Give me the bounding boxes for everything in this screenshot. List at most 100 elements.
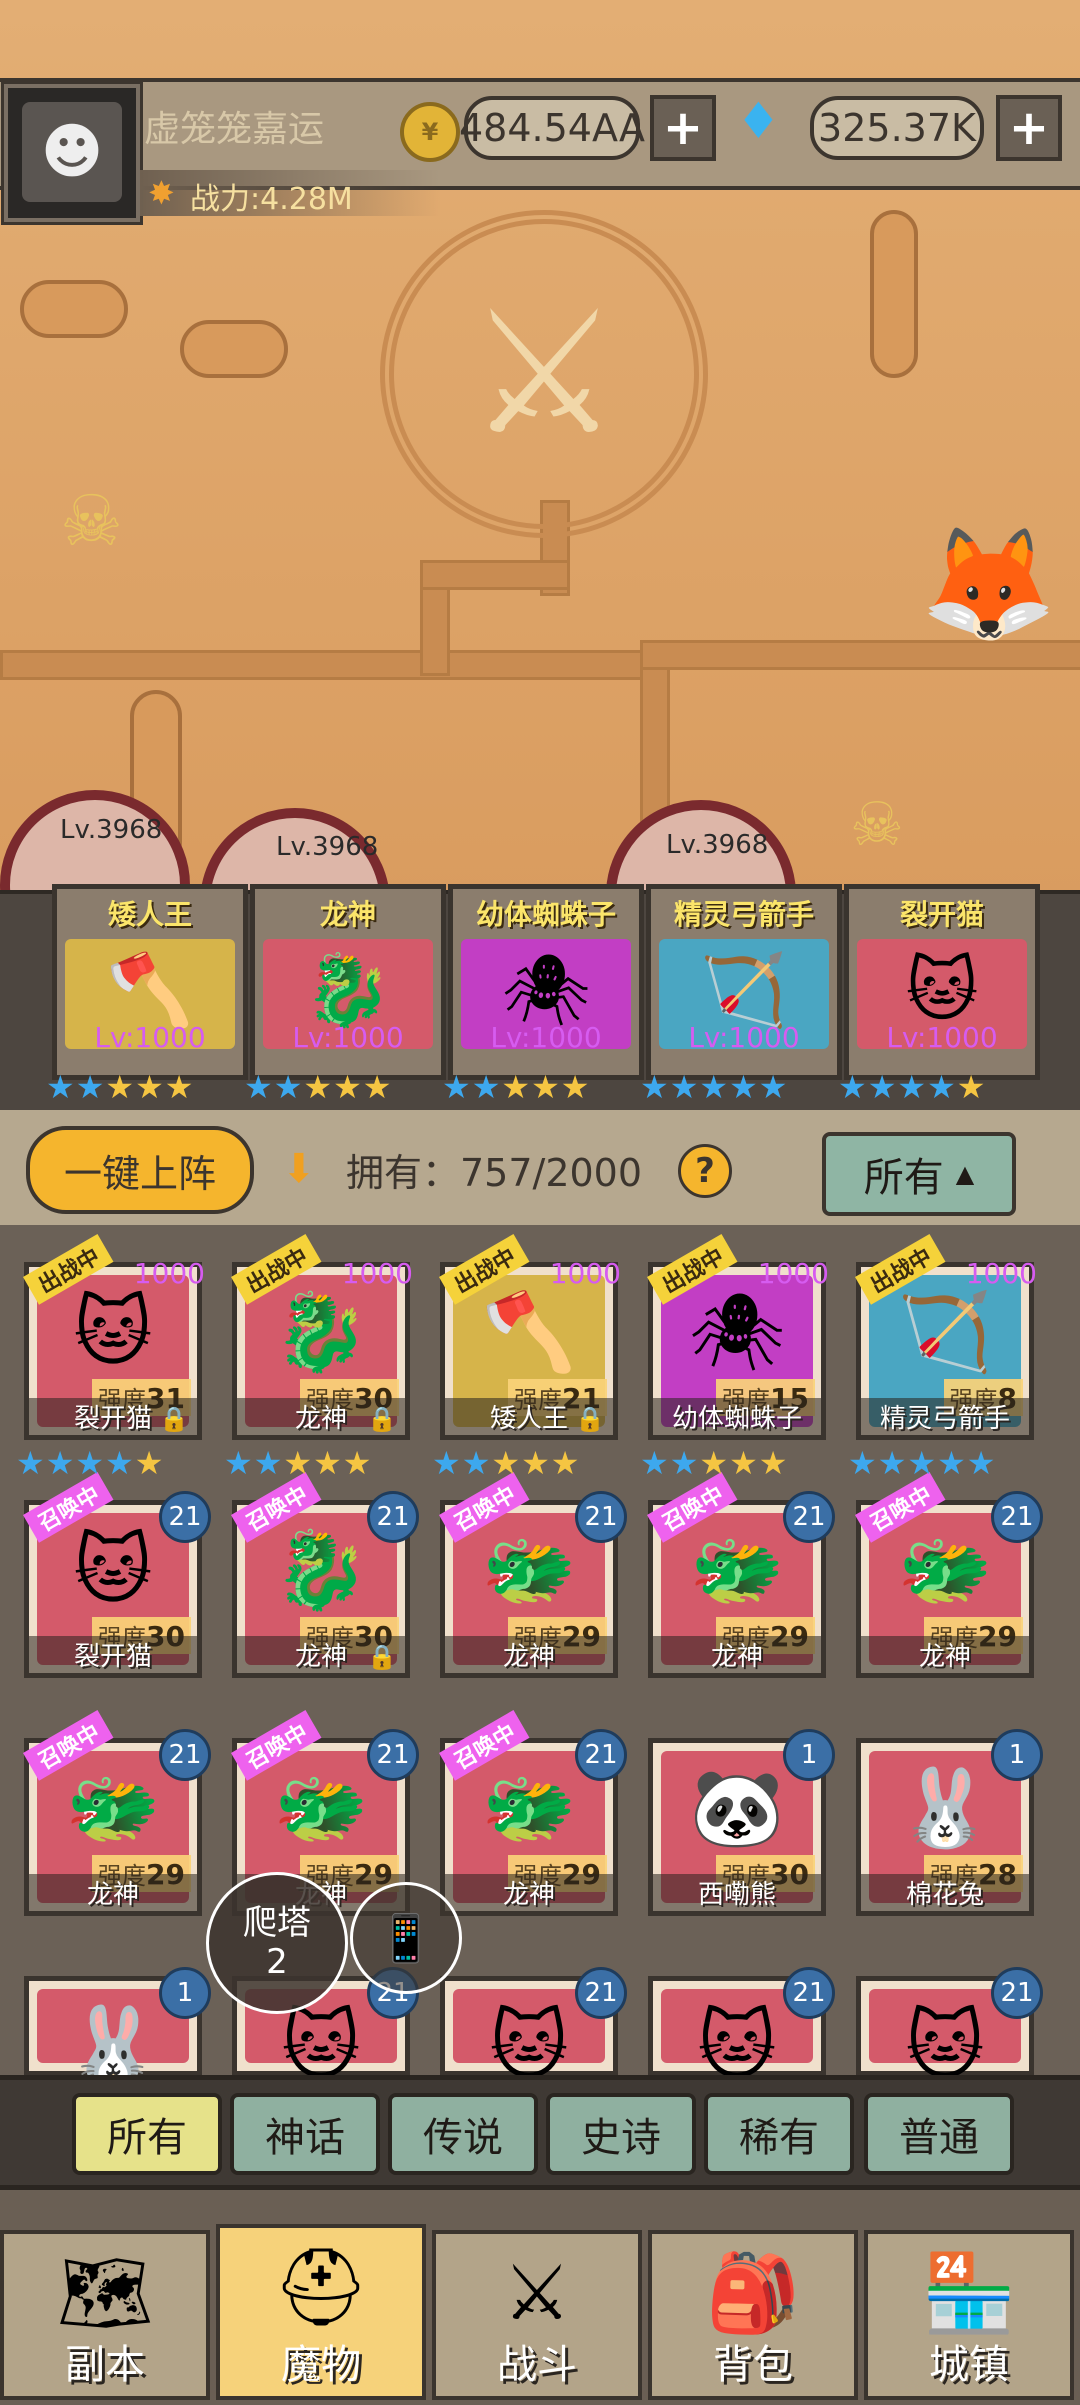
star-icon: ★ — [135, 1068, 165, 1106]
monster-card[interactable]: 🐉强度30龙神🔒出战中1000 — [231, 1233, 413, 1440]
monster-level: 1000 — [549, 1257, 621, 1290]
dragon-god-icon: 🐉 — [304, 949, 392, 1031]
monster-card[interactable]: 🐼强度30西嘞熊1 — [648, 1729, 835, 1916]
star-rating: ★★★★★ — [442, 1068, 590, 1106]
monster-card[interactable]: 🐱强度30裂开猫召唤中21 — [23, 1471, 211, 1678]
star-icon: ★ — [164, 1068, 195, 1106]
nav-tab[interactable]: 🗺 副本 — [0, 2230, 210, 2400]
star-rating: ★★★★★ — [46, 1068, 194, 1106]
monster-card[interactable]: 🐱 21 — [648, 1967, 835, 2090]
team-hero-name: 精灵弓箭手 — [673, 898, 814, 931]
phone-lock-button[interactable]: 📱 — [350, 1882, 462, 1994]
monster-level: 1000 — [341, 1257, 413, 1290]
add-gold-button[interactable]: + — [650, 95, 716, 161]
rarity-tab[interactable]: 传说 — [388, 2093, 538, 2175]
tower-climb-button[interactable]: 爬塔 2 — [206, 1872, 348, 2014]
monster-card[interactable]: 🕷强度15幼体蜘蛛子出战中1000 — [647, 1233, 829, 1440]
monster-portrait-icon: 🕷 — [688, 1287, 786, 1376]
avatar[interactable]: ☻ — [4, 84, 140, 222]
star-icon: ★ — [758, 1444, 789, 1482]
monster-name: 龙神 — [445, 1874, 613, 1911]
star-icon: ★ — [729, 1068, 759, 1106]
star-icon: ★ — [244, 1068, 274, 1106]
team-hero-name: 裂开猫 — [899, 898, 984, 931]
count-badge: 21 — [367, 1491, 419, 1543]
rarity-tab[interactable]: 普通 — [864, 2093, 1014, 2175]
team-slot[interactable]: 🪓 矮人王 Lv:1000 — [52, 884, 248, 1080]
star-icon: ★ — [848, 1444, 878, 1482]
tower-climb-count: 2 — [266, 1942, 288, 1982]
rarity-tab[interactable]: 稀有 — [704, 2093, 854, 2175]
bush — [180, 320, 288, 378]
team-slot[interactable]: 🏹 精灵弓箭手 Lv:1000 — [646, 884, 842, 1080]
nav-tab[interactable]: ⚔ 战斗 — [432, 2230, 642, 2400]
monster-card[interactable]: 🐲强度29龙神召唤中21 — [855, 1471, 1043, 1678]
lock-icon: 🔒 — [367, 1643, 397, 1671]
monster-card[interactable]: 🐱强度31裂开猫🔒出战中1000 — [23, 1233, 205, 1440]
star-icon: ★ — [224, 1444, 254, 1482]
team-hero-level: Lv:1000 — [886, 1021, 998, 1054]
monster-card[interactable]: 🐰强度28棉花兔1 — [856, 1729, 1043, 1916]
monster-card[interactable]: 🐲强度29龙神召唤中21 — [439, 1709, 627, 1916]
star-icon: ★ — [838, 1068, 868, 1106]
star-rating: ★★★★★ — [848, 1444, 996, 1482]
star-icon: ★ — [75, 1444, 106, 1482]
star-icon: ★ — [956, 1068, 987, 1106]
count-badge: 21 — [783, 1491, 835, 1543]
star-icon: ★ — [283, 1444, 314, 1482]
nav-tab-label: 战斗 — [497, 2342, 577, 2388]
monster-card[interactable]: 🐲强度29龙神召唤中21 — [23, 1709, 211, 1916]
nav-tab[interactable]: 🏪 城镇 — [864, 2230, 1074, 2400]
team-slot[interactable]: 🐱 裂开猫 Lv:1000 — [844, 884, 1040, 1080]
nav-tab-label: 背包 — [713, 2342, 793, 2388]
lock-icon: 🔒 — [575, 1405, 605, 1433]
rarity-tab[interactable]: 史诗 — [546, 2093, 696, 2175]
rarity-tab[interactable]: 神话 — [230, 2093, 380, 2175]
nav-tab[interactable]: 🎒 背包 — [648, 2230, 858, 2400]
monster-helmet-icon: ⛑ — [272, 2242, 370, 2331]
star-icon: ★ — [729, 1444, 759, 1482]
nav-tab[interactable]: ⛑ 魔物 — [216, 2224, 426, 2400]
rarity-tab[interactable]: 所有 — [72, 2093, 222, 2175]
add-diamond-button[interactable]: + — [996, 95, 1062, 161]
monster-card[interactable]: 🏹强度8精灵弓箭手出战中1000 — [855, 1233, 1037, 1440]
monster-card[interactable]: 🐲强度29龙神召唤中21 — [439, 1471, 627, 1678]
star-icon: ★ — [75, 1068, 106, 1106]
star-icon: ★ — [501, 1068, 532, 1106]
star-rating: ★★★★★ — [244, 1068, 392, 1106]
monster-card[interactable]: 🐰 1 — [24, 1967, 211, 2090]
star-icon: ★ — [45, 1444, 76, 1482]
nav-tab-label: 副本 — [65, 2342, 145, 2388]
player-name: 虚笼笼嘉运 — [144, 109, 325, 150]
star-icon: ★ — [877, 1444, 908, 1482]
one-click-deploy-button[interactable]: 一键上阵 — [26, 1126, 254, 1214]
owned-count: 拥有：757/2000 — [346, 1151, 643, 1195]
star-icon: ★ — [669, 1444, 700, 1482]
star-icon: ★ — [867, 1068, 898, 1106]
monster-card[interactable]: 🪓强度21矮人王🔒出战中1000 — [439, 1233, 621, 1440]
arena-level: Lv.3968 — [276, 832, 379, 862]
arena-level: Lv.3968 — [60, 815, 163, 845]
monster-card[interactable]: 🐲强度29龙神召唤中21 — [647, 1471, 835, 1678]
arena-emblem[interactable]: ⚔ — [380, 210, 708, 538]
monster-name: 龙神 — [653, 1636, 821, 1673]
filter-dropdown-label: 所有 — [863, 1155, 944, 1201]
monster-name: 棉花兔 — [861, 1874, 1029, 1911]
star-icon: ★ — [937, 1444, 967, 1482]
star-icon: ★ — [432, 1444, 462, 1482]
monster-card[interactable]: 🐱 21 — [440, 1967, 627, 2090]
monster-name: 龙神 — [445, 1636, 613, 1673]
filter-dropdown[interactable]: 所有 ▲ — [822, 1132, 1016, 1216]
arena-level: Lv.3968 — [666, 830, 769, 860]
team-slot[interactable]: 🐉 龙神 Lv:1000 — [250, 884, 446, 1080]
cactus — [870, 210, 918, 378]
monster-card[interactable]: 🐱 21 — [856, 1967, 1043, 2090]
phone-lock-icon: 📱 — [377, 1910, 435, 1965]
count-badge: 21 — [575, 1729, 627, 1781]
star-icon: ★ — [927, 1068, 957, 1106]
star-icon: ★ — [333, 1068, 363, 1106]
team-slot[interactable]: 🕷 幼体蜘蛛子 Lv:1000 — [448, 884, 644, 1080]
arrow-down-icon: ⬇ — [282, 1146, 316, 1192]
help-button[interactable]: ? — [678, 1144, 732, 1198]
monster-card[interactable]: 🐉强度30龙神🔒召唤中21 — [231, 1471, 419, 1678]
